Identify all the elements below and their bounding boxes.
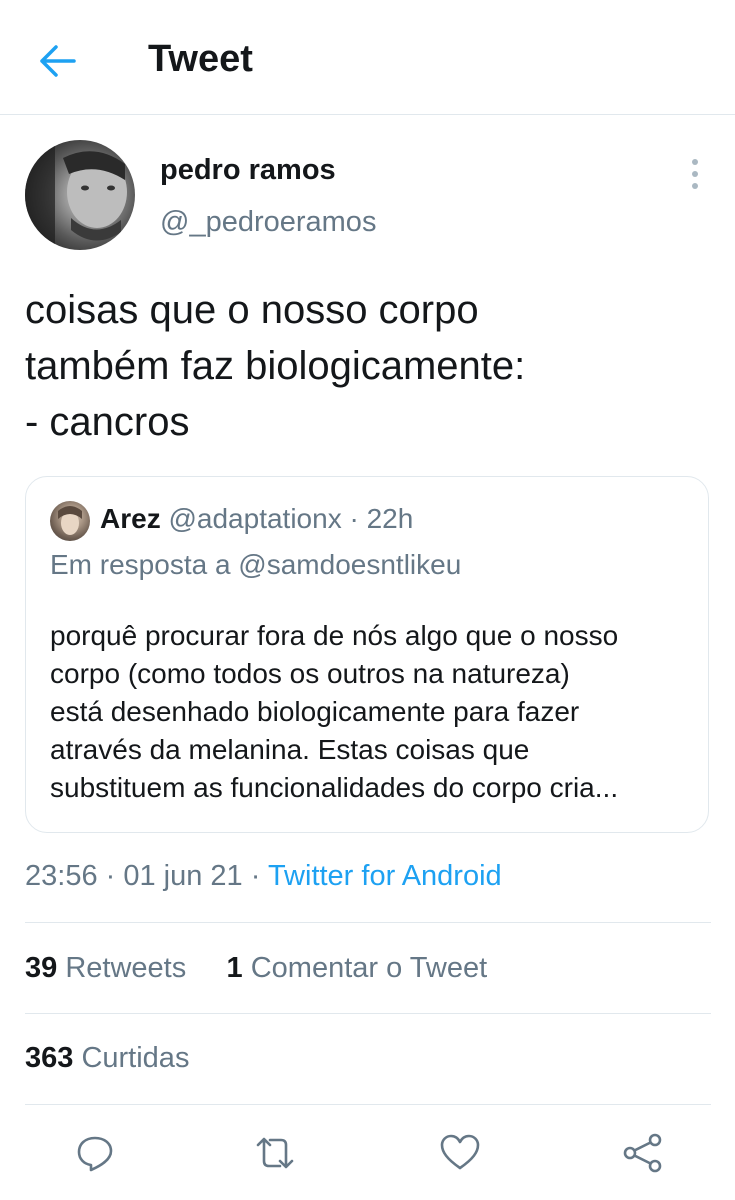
- more-vertical-icon: [692, 159, 698, 189]
- quoted-tweet-header: Arez @adaptationx · 22h: [100, 503, 413, 535]
- retweets-count: 39: [25, 952, 58, 984]
- heart-icon: [440, 1134, 480, 1170]
- quote-tweets-count: 1: [226, 952, 243, 984]
- retweet-button[interactable]: [250, 1128, 300, 1178]
- quoted-author-name: Arez: [100, 503, 161, 534]
- quoted-line: substituem as funcionalidades do corpo c…: [50, 772, 619, 803]
- tweet-line: também faz biologicamente:: [25, 344, 526, 388]
- reply-icon: [77, 1136, 113, 1172]
- likes-row: 363 Curtidas: [25, 1042, 189, 1075]
- share-icon: [623, 1133, 662, 1173]
- tweet-line: - cancros: [25, 400, 190, 444]
- tweet-text: coisas que o nosso corpo também faz biol…: [25, 282, 715, 450]
- stats-row: 39 Retweets 1 Comentar o Tweet: [25, 952, 487, 985]
- quoted-author-handle: @adaptationx: [168, 503, 342, 534]
- quoted-tweet-card[interactable]: Arez @adaptationx · 22h Em resposta a @s…: [25, 476, 709, 833]
- quoted-line: através da melanina. Estas coisas que: [50, 734, 530, 765]
- quote-tweets-label: Comentar o Tweet: [250, 952, 488, 984]
- likes-stat[interactable]: 363 Curtidas: [25, 1042, 189, 1074]
- arrow-left-icon: [40, 45, 76, 77]
- likes-count: 363: [25, 1042, 74, 1074]
- avatar-photo: [58, 506, 82, 535]
- tweet-source-link[interactable]: Twitter for Android: [268, 860, 502, 892]
- quote-tweets-stat[interactable]: 1 Comentar o Tweet: [227, 952, 488, 984]
- tweet-time: 23:56: [25, 860, 98, 892]
- action-bar: [0, 1124, 735, 1184]
- tweet-line: coisas que o nosso corpo: [25, 288, 479, 332]
- reply-to-label: Em resposta a @samdoesntlikeu: [50, 549, 462, 580]
- divider: [25, 922, 711, 923]
- top-bar: Tweet: [0, 0, 735, 115]
- quoted-line: corpo (como todos os outros na natureza): [50, 658, 570, 689]
- divider: [25, 1013, 711, 1014]
- quoted-line: está desenhado biologicamente para fazer: [50, 696, 580, 727]
- quoted-tweet-text: porquê procurar fora de nós algo que o n…: [50, 617, 690, 807]
- quoted-tweet-time: 22h: [366, 503, 414, 534]
- avatar-photo: [25, 140, 127, 250]
- page-title: Tweet: [148, 38, 253, 80]
- quoted-author-avatar: [50, 501, 90, 541]
- tweet-meta: 23:56 · 01 jun 21 · Twitter for Android: [25, 860, 502, 893]
- tweet-date: 01 jun 21: [123, 860, 243, 892]
- more-options-button[interactable]: [678, 152, 712, 196]
- retweets-stat[interactable]: 39 Retweets: [25, 952, 186, 984]
- back-button[interactable]: [30, 36, 86, 86]
- reply-button[interactable]: [70, 1128, 120, 1178]
- quoted-line: porquê procurar fora de nós algo que o n…: [50, 620, 619, 651]
- retweets-label: Retweets: [65, 952, 187, 984]
- share-button[interactable]: [618, 1128, 668, 1178]
- likes-label: Curtidas: [81, 1042, 190, 1074]
- author-handle[interactable]: @_pedroeramos: [160, 206, 376, 239]
- author-avatar[interactable]: [25, 140, 135, 250]
- author-name[interactable]: pedro ramos: [160, 154, 336, 187]
- separator: ·: [242, 860, 268, 892]
- separator: ·: [341, 503, 367, 534]
- like-button[interactable]: [435, 1128, 485, 1178]
- retweet-icon: [256, 1137, 294, 1169]
- separator: ·: [97, 860, 124, 892]
- divider: [25, 1104, 711, 1105]
